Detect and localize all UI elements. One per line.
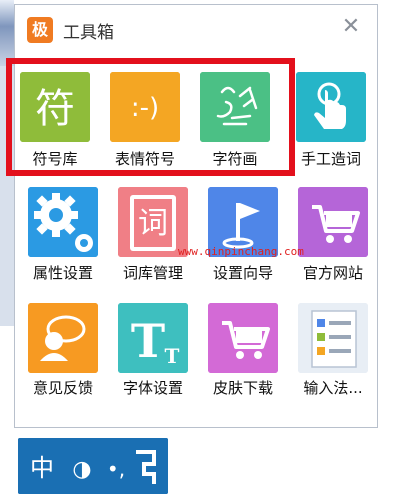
- ime-taskbar-icon[interactable]: 中 ◑ •,: [18, 438, 168, 494]
- tile-skin-download[interactable]: [208, 303, 278, 373]
- feedback-icon: [28, 303, 98, 373]
- tile-label: 意见反馈: [32, 379, 93, 397]
- tile-emoticons[interactable]: :-): [110, 72, 180, 142]
- svg-text:符: 符: [35, 86, 75, 132]
- gear-icon: [28, 187, 98, 257]
- tile-input-method[interactable]: [298, 303, 368, 373]
- tile-label: 官方网站: [302, 264, 363, 282]
- font-icon: T T: [118, 303, 188, 373]
- svg-text:词: 词: [138, 206, 168, 241]
- app-logo-icon: 极: [27, 17, 53, 43]
- symbol-library-icon: 符: [20, 72, 90, 142]
- checklist-icon: [298, 303, 368, 373]
- ime-status-icon: 中 ◑ •,: [18, 438, 168, 494]
- tile-properties[interactable]: [28, 187, 98, 257]
- title-bar: 极 工具箱 ✕: [15, 5, 377, 51]
- svg-text:T: T: [131, 314, 165, 368]
- tile-label: 皮肤下载: [212, 379, 273, 397]
- tile-label: 字符画: [212, 150, 258, 168]
- tile-feedback[interactable]: [28, 303, 98, 373]
- shopping-cart-icon: [298, 187, 368, 257]
- background-window-edge-lower: [0, 66, 14, 326]
- tile-label: 属性设置: [32, 264, 93, 282]
- svg-text:中: 中: [30, 454, 54, 482]
- tile-handwriting[interactable]: [296, 72, 366, 142]
- tile-official-website[interactable]: [298, 187, 368, 257]
- tile-label: 输入法...: [303, 379, 363, 397]
- tile-label: 词库管理: [122, 264, 183, 282]
- svg-text:◑: ◑: [72, 457, 91, 482]
- skin-cart-icon: [208, 303, 278, 373]
- background-window-edge: [0, 0, 14, 66]
- window-title: 工具箱: [63, 23, 114, 43]
- tile-character-art[interactable]: [200, 72, 270, 142]
- svg-text:•,: •,: [107, 457, 125, 481]
- tile-font-settings[interactable]: T T: [118, 303, 188, 373]
- emoticon-icon: :-): [110, 72, 180, 142]
- hand-pointer-icon: [296, 72, 366, 142]
- close-icon[interactable]: ✕: [337, 13, 365, 41]
- watermark-text: www.qinpinchang.com: [178, 245, 304, 258]
- tile-label: 表情符号: [114, 150, 175, 168]
- tile-label: 字体设置: [122, 379, 183, 397]
- tile-symbol-library[interactable]: 符: [20, 72, 90, 142]
- character-art-icon: [200, 72, 270, 142]
- tile-label: 符号库: [32, 150, 78, 168]
- svg-text::-): :-): [131, 93, 159, 123]
- tile-label: 设置向导: [212, 264, 273, 282]
- tile-label: 手工造词: [300, 150, 361, 168]
- svg-text:T: T: [165, 344, 180, 368]
